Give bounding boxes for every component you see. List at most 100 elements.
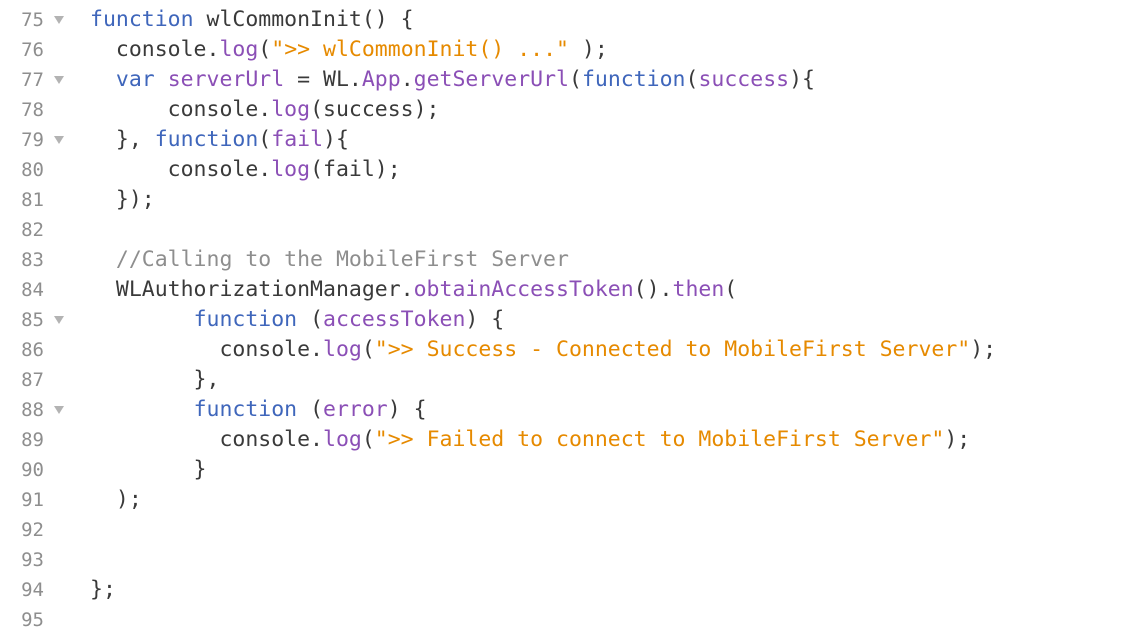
code-line[interactable]: 79 }, function(fail){ — [0, 125, 1122, 155]
line-number: 92 — [21, 519, 44, 541]
code-content: var serverUrl = WL.App.getServerUrl(func… — [90, 65, 815, 95]
line-gutter: 89 — [0, 425, 80, 455]
identifier-token: log — [323, 427, 362, 452]
code-text: ){ — [789, 67, 815, 92]
code-text: wlCommonInit() { — [193, 7, 414, 32]
code-text: }; — [90, 577, 116, 602]
identifier-token: then — [672, 277, 725, 302]
code-text: ( — [258, 127, 272, 152]
code-text: }, — [90, 367, 220, 392]
line-number: 76 — [21, 39, 44, 61]
line-number: 77 — [21, 69, 44, 91]
code-text: . — [400, 67, 414, 92]
line-gutter: 81 — [0, 185, 80, 215]
line-number: 83 — [21, 249, 44, 271]
code-line[interactable]: 89 console.log(">> Failed to connect to … — [0, 425, 1122, 455]
line-gutter: 92 — [0, 515, 80, 545]
code-content: WLAuthorizationManager.obtainAccessToken… — [90, 275, 737, 305]
comment-token: //Calling to the MobileFirst Server — [90, 247, 569, 272]
triangle-down-icon[interactable] — [54, 76, 64, 84]
code-line[interactable]: 92 — [0, 515, 1122, 545]
triangle-down-icon[interactable] — [54, 316, 64, 324]
code-content: function (error) { — [90, 395, 427, 425]
code-content: ); — [90, 485, 142, 515]
keyword-token: function — [193, 397, 298, 422]
keyword-token: var — [115, 67, 155, 92]
identifier-token: log — [271, 97, 311, 122]
line-gutter: 76 — [0, 35, 80, 65]
code-line[interactable]: 95 — [0, 605, 1122, 635]
code-text: ); — [568, 37, 608, 62]
line-number: 86 — [21, 339, 44, 361]
code-line[interactable]: 85 function (accessToken) { — [0, 305, 1122, 335]
line-number: 82 — [21, 219, 44, 241]
code-line[interactable]: 88 function (error) { — [0, 395, 1122, 425]
line-number: 79 — [21, 129, 44, 151]
code-line[interactable]: 80 console.log(fail); — [0, 155, 1122, 185]
code-content: console.log(">> Success - Connected to M… — [90, 335, 996, 365]
line-number: 78 — [21, 99, 44, 121]
line-gutter: 94 — [0, 575, 80, 605]
line-gutter: 84 — [0, 275, 80, 305]
line-number: 84 — [21, 279, 44, 301]
code-text: WLAuthorizationManager. — [90, 277, 414, 302]
code-text: }); — [90, 187, 155, 212]
keyword-token: function — [581, 67, 686, 92]
triangle-down-icon[interactable] — [54, 136, 64, 144]
line-number: 80 — [21, 159, 44, 181]
keyword-token: function — [193, 307, 298, 332]
code-text: ) { — [465, 307, 505, 332]
code-text: console. — [90, 337, 323, 362]
triangle-down-icon[interactable] — [54, 406, 64, 414]
line-number: 81 — [21, 189, 44, 211]
line-gutter: 83 — [0, 245, 80, 275]
code-line[interactable]: 84 WLAuthorizationManager.obtainAccessTo… — [0, 275, 1122, 305]
code-line[interactable]: 94}; — [0, 575, 1122, 605]
code-text: = WL. — [284, 67, 362, 92]
code-line[interactable]: 87 }, — [0, 365, 1122, 395]
code-text: console. — [90, 37, 220, 62]
line-gutter: 75 — [0, 5, 80, 35]
code-content: }, — [90, 365, 220, 395]
code-content: } — [90, 455, 207, 485]
identifier-token: accessToken — [323, 307, 466, 332]
line-gutter: 86 — [0, 335, 80, 365]
code-text: ( — [685, 67, 699, 92]
triangle-down-icon[interactable] — [54, 16, 64, 24]
code-text: console. — [90, 427, 323, 452]
code-line[interactable]: 78 console.log(success); — [0, 95, 1122, 125]
code-line[interactable]: 91 ); — [0, 485, 1122, 515]
identifier-token: log — [219, 37, 259, 62]
line-number: 91 — [21, 489, 44, 511]
line-gutter: 85 — [0, 305, 80, 335]
code-content: //Calling to the MobileFirst Server — [90, 245, 569, 275]
line-number: 95 — [21, 609, 44, 631]
code-line[interactable]: 81 }); — [0, 185, 1122, 215]
code-text: ); — [970, 337, 997, 362]
line-number: 75 — [21, 9, 44, 31]
line-number: 89 — [21, 429, 44, 451]
code-text: ( — [258, 37, 272, 62]
code-content: function (accessToken) { — [90, 305, 505, 335]
code-line[interactable]: 86 console.log(">> Success - Connected t… — [0, 335, 1122, 365]
code-line[interactable]: 75 function wlCommonInit() { — [0, 5, 1122, 35]
code-line[interactable]: 76 console.log(">> wlCommonInit() ..." )… — [0, 35, 1122, 65]
code-line[interactable]: 82 — [0, 215, 1122, 245]
code-content: function wlCommonInit() { — [90, 5, 414, 35]
code-text: console. — [90, 97, 272, 122]
line-number: 90 — [21, 459, 44, 481]
code-text: ( — [297, 397, 324, 422]
code-text: ( — [569, 67, 582, 92]
code-line[interactable]: 93 — [0, 545, 1122, 575]
code-line[interactable]: 77 var serverUrl = WL.App.getServerUrl(f… — [0, 65, 1122, 95]
code-line[interactable]: 90 } — [0, 455, 1122, 485]
code-line[interactable]: 83 //Calling to the MobileFirst Server — [0, 245, 1122, 275]
code-content: }, function(fail){ — [90, 125, 349, 155]
code-editor[interactable]: 75 function wlCommonInit() {76 console.lo… — [0, 5, 1122, 635]
code-content: console.log(success); — [90, 95, 440, 125]
code-content: }; — [90, 575, 116, 605]
identifier-token: error — [323, 397, 388, 422]
line-gutter: 88 — [0, 395, 80, 425]
code-text: ( — [361, 427, 375, 452]
